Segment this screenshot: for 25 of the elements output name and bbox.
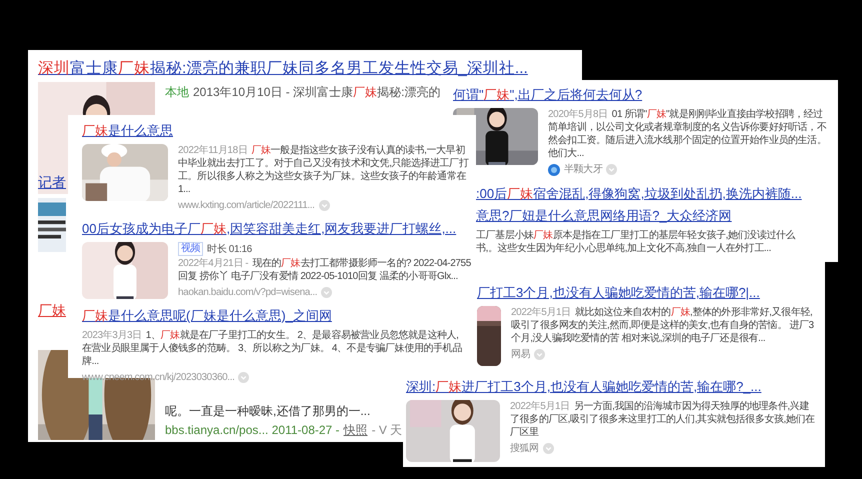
url-text[interactable]: bbs.tianya.cn/pos... 2011-08-27 -	[165, 421, 340, 440]
dropdown-icon[interactable]	[318, 200, 330, 211]
result-snippet: 2023年3月3日 1、厂妹就是在厂子里打工的女生。 2、是最容易被营业员忽悠就是这种人,在营业员眼里属于人傻钱多的范畴。 3、所以称之为厂妹。 4、不是专骗厂妹使用的手机品牌...	[82, 329, 463, 368]
dropdown-icon[interactable]	[534, 349, 546, 360]
source-text: 搜狐网	[510, 442, 539, 455]
duration-text: 时长 01:16	[207, 242, 252, 256]
result-snippet: 2022年5月1日 另一方面,我国的沿海城市因为得天独厚的地理条件,兴建了很多的厂区,吸引了很多来这里打工的人们,其实就包括很多女孩,她们在厂区里	[510, 400, 815, 439]
dropdown-icon[interactable]	[542, 443, 554, 454]
dropdown-icon[interactable]	[321, 287, 332, 298]
snapshot-link[interactable]: 快照	[344, 421, 368, 440]
avatar-icon	[548, 164, 560, 176]
source-text: 网易	[511, 348, 530, 361]
result-snippet: 2022年11月18日 厂妹一般是指这些女孩子没有认真的读书,一大早初中毕业就出去打工了。对于自己又没有技术和文凭,只能选择进工厂打工。所以很多人称之为这些女孩子为厂妹。这些女孩子的年龄通常在1...	[178, 144, 470, 196]
source-text: - V 天	[372, 422, 402, 439]
result-meta: 本地 2013年10月10日 - 深圳富士康厂妹揭秘:漂亮的	[165, 84, 440, 101]
result-snippet: 2020年5月8日 01 所谓"厂妹"就是刚刚毕业直接由学校招聘，经过简单培训，以公司文化或者规章制度的名义告诉你要好好听话，不然会扣工资。随后进入流水线那个固定的位置开始作业员的生活。他们大...	[548, 108, 828, 160]
dropdown-icon[interactable]	[606, 164, 618, 175]
result-snippet: 2022年4月21日 - 现在的厂妹去打工都带摄影师一名的? 2022-04-2755回复 捞你丫 电子厂没有爱情 2022-05-1010回复 温柔的小哥哥Glx...	[178, 257, 472, 283]
result-snippet: 2022年5月1日 就比如这位来自农村的厂妹,整体的外形非常好,又很年轻,吸引了很多网友的关注,然而,即便是这样的美女,也有自身的苦恼。 进厂3个月,没人骗我吃爱情的苦 相对来说,深圳的电子厂还是很有...	[511, 306, 815, 345]
video-badge: 视频	[178, 242, 204, 256]
result-snippet: 呢。一直是一种暧昧,还借了那男的一...	[165, 403, 372, 420]
result-title-link[interactable]: 厂妹	[38, 300, 66, 320]
source-text: 半颗大牙	[564, 163, 602, 176]
result-snippet: 工厂基层小妹厂妹原本是指在工厂里打工的基层年轻女孩子,她们没读过什么书,。这些女生因为年纪小,心思单纯,加上文化不高,独自一人在外打工...	[476, 229, 796, 255]
dropdown-icon[interactable]	[238, 372, 250, 383]
